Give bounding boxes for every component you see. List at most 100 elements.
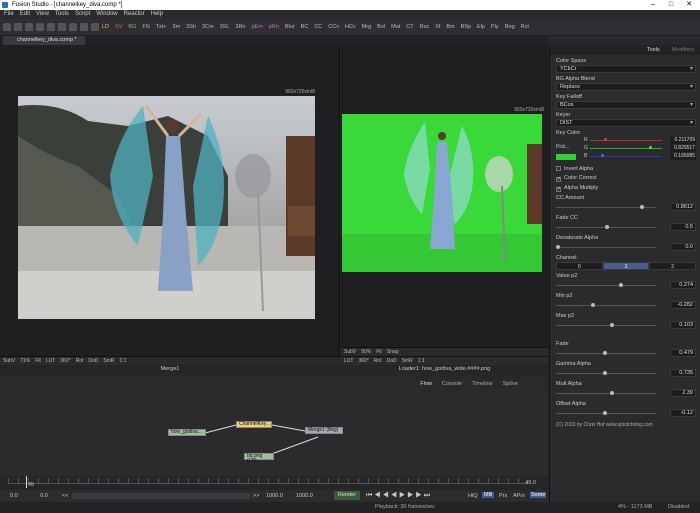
key-color-g-value[interactable]: 0.829517 — [670, 145, 696, 152]
key-color-b-value[interactable]: 0.165085 — [670, 153, 696, 160]
slider-knob[interactable] — [603, 371, 608, 375]
tool-3cm[interactable]: 3Cm — [202, 24, 214, 30]
offset-alpha-slider[interactable]: -0.12 — [556, 408, 696, 418]
keyer-dropdown[interactable]: DIST — [556, 119, 696, 127]
copy-icon[interactable] — [69, 23, 77, 31]
fade-slider[interactable]: 0.479 — [556, 348, 696, 358]
tool-bm[interactable]: Bm — [446, 24, 454, 30]
offset-alpha-value[interactable]: -0.12 — [670, 409, 696, 417]
viewer-left-lut[interactable]: LUT — [46, 358, 55, 364]
key-color-pick-button[interactable]: Pick... — [556, 144, 570, 150]
render-end-field[interactable]: 1000.0 — [296, 493, 313, 499]
tool-elp[interactable]: Elp — [477, 24, 485, 30]
mult-alpha-value[interactable]: 2.39 — [670, 389, 696, 397]
tool-ply[interactable]: Ply — [491, 24, 499, 30]
menu-window[interactable]: Window — [96, 10, 117, 19]
viewer-right-fit[interactable]: Fit — [376, 349, 382, 355]
close-icon[interactable]: ✕ — [680, 0, 698, 10]
open-icon[interactable] — [14, 23, 22, 31]
gamma-alpha-value[interactable]: 0.735 — [670, 369, 696, 377]
tool-rct[interactable]: Rct — [521, 24, 529, 30]
tool-saver[interactable]: SV — [115, 24, 122, 30]
invert-alpha-checkbox[interactable]: Invert Alpha — [550, 166, 700, 172]
tool-3sh[interactable]: 3Sh — [186, 24, 196, 30]
viewer-left-roi[interactable]: RoI — [76, 358, 84, 364]
tool-fastnoise[interactable]: FN — [142, 24, 149, 30]
key-color-r-knob[interactable] — [604, 138, 607, 141]
viewer-left-dod[interactable]: DoD — [88, 358, 98, 364]
delete-icon[interactable] — [91, 23, 99, 31]
color-correct-checkbox[interactable]: ✓ Color Correct — [550, 175, 700, 182]
playback-controls-icon[interactable]: ⏮◀◀◀▶▶▶⏭ — [366, 492, 432, 500]
desaturate-alpha-value[interactable]: 0.0 — [670, 243, 696, 251]
max-p2-slider[interactable]: 0.103 — [556, 320, 696, 330]
key-color-swatch[interactable] — [556, 154, 576, 160]
slider-knob[interactable] — [618, 283, 623, 287]
redo-icon[interactable] — [47, 23, 55, 31]
channel-option-1[interactable]: 1 — [602, 262, 650, 270]
tab-spline[interactable]: Spline — [503, 380, 518, 388]
key-color-r-value[interactable]: 0.211709 — [670, 137, 696, 144]
playhead[interactable] — [26, 476, 27, 488]
tab-flow[interactable]: Flow — [420, 380, 432, 388]
undo-icon[interactable] — [36, 23, 44, 31]
cut-icon[interactable] — [58, 23, 66, 31]
tool-bol[interactable]: Bol — [377, 24, 385, 30]
viewer-left-fit[interactable]: Fit — [35, 358, 41, 364]
tab-modifiers[interactable]: Modifiers — [666, 47, 700, 53]
viewer-right-lut[interactable]: LUT — [344, 358, 353, 364]
menu-file[interactable]: File — [4, 10, 14, 19]
new-icon[interactable] — [3, 23, 11, 31]
viewer-right-dod[interactable]: DoD — [387, 358, 397, 364]
viewer-left-ratio[interactable]: 1:1 — [120, 358, 127, 364]
desaturate-alpha-slider[interactable]: 0.0 — [556, 242, 696, 252]
tool-pem[interactable]: pEm — [251, 24, 262, 30]
viewer-right-roi[interactable]: RoI — [374, 358, 382, 364]
tool-text[interactable]: Txt+ — [156, 24, 167, 30]
render-range-bar[interactable] — [72, 493, 250, 499]
tool-bc[interactable]: BC — [301, 24, 309, 30]
node-bg[interactable]: bg.png (LD) — [244, 453, 274, 464]
tool-bsp[interactable]: BSp — [461, 24, 471, 30]
tool-3rn[interactable]: 3Rn — [235, 24, 245, 30]
some-toggle[interactable]: Some — [530, 492, 547, 498]
viewer-right[interactable]: 960x720xint8 SubV 50% Fit Snap LUT 360° … — [341, 45, 548, 373]
tool-background[interactable]: BG — [128, 24, 136, 30]
flow-node-graph[interactable]: how_godiva... ChannelKey... Merge1 (Bkg)… — [0, 388, 548, 476]
key-color-r-slider[interactable] — [590, 140, 662, 141]
tool-mrg[interactable]: Mrg — [362, 24, 371, 30]
key-falloff-dropdown[interactable]: BCos — [556, 101, 696, 109]
menu-reactor[interactable]: Reactor — [124, 10, 145, 19]
paste-icon[interactable] — [80, 23, 88, 31]
slider-knob[interactable] — [605, 225, 609, 229]
timeline-ruler[interactable]: 45 45.0 — [0, 476, 548, 490]
key-color-g-knob[interactable] — [649, 146, 652, 149]
slider-knob[interactable] — [609, 323, 614, 327]
menu-script[interactable]: Script — [75, 10, 90, 19]
tab-console[interactable]: Console — [442, 380, 462, 388]
maximize-icon[interactable]: □ — [662, 0, 680, 10]
tool-hcv[interactable]: HCv — [345, 24, 356, 30]
tool-ccv[interactable]: CCv — [328, 24, 339, 30]
tab-channelkey-diva[interactable]: channelkey_diva.comp * — [3, 36, 85, 45]
min-p2-slider[interactable]: -0.282 — [556, 300, 696, 310]
save-icon[interactable] — [25, 23, 33, 31]
viewer-right-smr[interactable]: SmR — [402, 358, 413, 364]
fade-cc-value[interactable]: 0.5 — [670, 223, 696, 231]
viewer-right-snap[interactable]: Snap — [387, 349, 399, 355]
tool-ct[interactable]: CT — [406, 24, 413, 30]
menu-edit[interactable]: Edit — [20, 10, 30, 19]
slider-knob[interactable] — [603, 351, 608, 355]
min-p2-value[interactable]: -0.282 — [670, 301, 696, 309]
node-loader[interactable]: how_godiva... — [168, 429, 206, 436]
tool-prn[interactable]: pRn — [269, 24, 279, 30]
viewer-right-subv[interactable]: SubV — [344, 349, 356, 355]
tool-cc[interactable]: CC — [314, 24, 322, 30]
slider-knob[interactable] — [640, 205, 645, 209]
tool-3sl[interactable]: 3SL — [220, 24, 230, 30]
max-p2-value[interactable]: 0.103 — [670, 321, 696, 329]
slider-knob[interactable] — [603, 411, 608, 415]
tool-rsz[interactable]: Rsz — [420, 24, 429, 30]
slider-knob[interactable] — [609, 391, 614, 395]
render-start-field[interactable]: 1000.0 — [266, 493, 283, 499]
